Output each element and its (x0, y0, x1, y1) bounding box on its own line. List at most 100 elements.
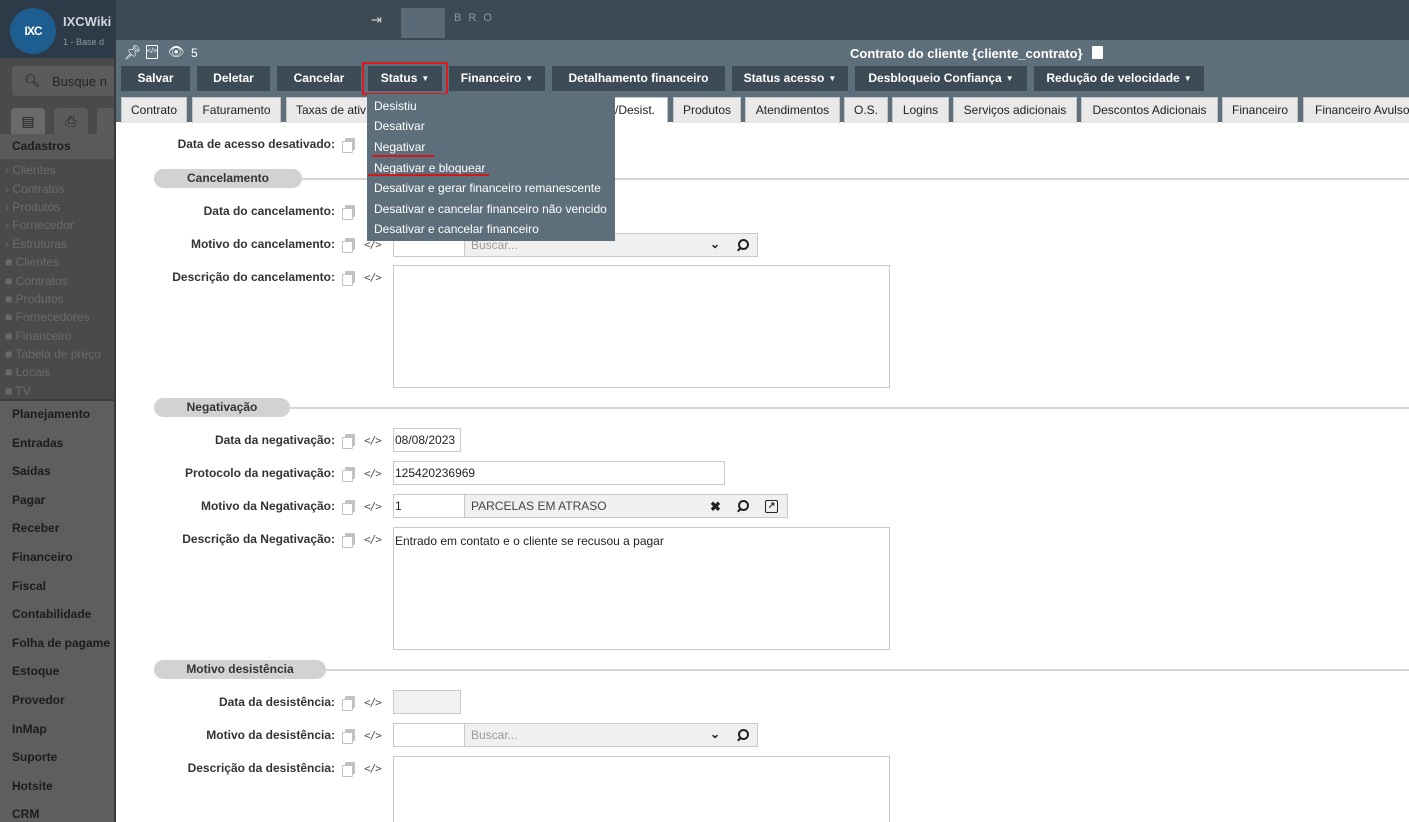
sidebar-item-inmap[interactable]: InMap (12, 722, 47, 736)
copy-icon[interactable] (342, 238, 355, 253)
menu-item-desativar-cancelar-nao-vencido[interactable]: Desativar e cancelar financeiro não venc… (374, 202, 607, 216)
code-icon[interactable]: </> (364, 467, 382, 480)
sidebar-item-pagar[interactable]: Pagar (12, 493, 45, 507)
descricao-cancelamento-textarea[interactable] (393, 265, 890, 388)
tab-desistencia[interactable]: /Desist. (606, 97, 668, 123)
sidebar-sub-item[interactable]: › Produtos (5, 200, 60, 214)
menu-item-desativar-gerar-financeiro[interactable]: Desativar e gerar financeiro remanescent… (374, 181, 601, 195)
copy-icon[interactable] (342, 138, 355, 153)
sidebar-item-suporte[interactable]: Suporte (12, 750, 57, 764)
menu-item-desativar[interactable]: Desativar (374, 119, 425, 133)
code-icon[interactable]: </> (364, 696, 382, 709)
print-tab-icon[interactable]: ⎙ (54, 108, 88, 134)
descricao-desistencia-textarea[interactable] (393, 756, 890, 822)
tab-descontos-adicionais[interactable]: Descontos Adicionais (1081, 97, 1218, 123)
sidebar-folder-item[interactable]: ■ Tabela de preço (5, 347, 101, 361)
copy-icon[interactable] (342, 500, 355, 515)
chevron-down-icon[interactable]: ⌄ (710, 727, 720, 741)
copy-icon[interactable] (342, 434, 355, 449)
sidebar-sub-item[interactable]: › Estruturas (5, 237, 67, 251)
sidebar-folder-item[interactable]: ■ Fornecedores (5, 310, 90, 324)
sidebar-item-provedor[interactable]: Provedor (12, 693, 65, 707)
code-icon[interactable]: </> (364, 762, 382, 775)
save-button[interactable]: Salvar (121, 66, 190, 91)
data-desistencia-input[interactable] (393, 690, 461, 714)
folder-icon: ■ (5, 329, 13, 343)
tab-financeiro[interactable]: Financeiro (1222, 97, 1298, 123)
sidebar-item-saidas[interactable]: Saídas (12, 464, 51, 478)
sidebar-folder-item[interactable]: ■ Produtos (5, 292, 64, 306)
code-file-icon[interactable]: </> (146, 45, 158, 59)
sidebar-folder-item[interactable]: ■ Financeiro (5, 329, 72, 343)
sidebar-section-cadastros[interactable]: Cadastros (0, 134, 116, 159)
sidebar-folder-item[interactable]: ■ Clientes (5, 255, 59, 269)
detalhamento-financeiro-button[interactable]: Detalhamento financeiro (552, 66, 725, 91)
sidebar-item-financeiro[interactable]: Financeiro (12, 550, 73, 564)
financeiro-button[interactable]: Financeiro ▼ (449, 66, 545, 91)
protocolo-negativacao-input[interactable]: 125420236969 (393, 461, 725, 485)
tab-atendimentos[interactable]: Atendimentos (745, 97, 840, 123)
tab-taxas-ativacao[interactable]: Taxas de ativ (286, 97, 370, 123)
sidebar-item-receber[interactable]: Receber (12, 521, 59, 535)
top-tab[interactable] (401, 8, 445, 38)
copy-icon[interactable] (342, 533, 355, 548)
sidebar-item-estoque[interactable]: Estoque (12, 664, 59, 678)
pin-icon[interactable]: 📌︎ (124, 44, 142, 61)
code-icon[interactable]: </> (364, 533, 382, 546)
clear-icon[interactable]: ✖ (710, 499, 721, 515)
menu-item-desativar-cancelar-financeiro[interactable]: Desativar e cancelar financeiro (374, 222, 539, 236)
sidebar-item-crm[interactable]: CRM (12, 807, 39, 821)
delete-button[interactable]: Deletar (197, 66, 270, 91)
menu-item-negativar[interactable]: Negativar (374, 140, 425, 154)
sidebar-folder-item[interactable]: ■ TV (5, 384, 31, 398)
copy-icon[interactable] (342, 467, 355, 482)
tab-logins[interactable]: Logins (892, 97, 949, 123)
menu-item-desistiu[interactable]: Desistiu (374, 99, 417, 113)
copy-icon[interactable] (342, 205, 355, 220)
chevron-down-icon[interactable]: ⌄ (710, 237, 720, 251)
search-icon[interactable] (737, 500, 749, 512)
copy-icon[interactable] (342, 696, 355, 711)
code-icon[interactable]: </> (364, 271, 382, 284)
sidebar-item-folha[interactable]: Folha de pagame (12, 636, 110, 650)
tab-os[interactable]: O.S. (844, 97, 888, 123)
descricao-negativacao-textarea[interactable]: Entrado em contato e o cliente se recuso… (393, 527, 890, 650)
sidebar-folder-item[interactable]: ■ Contratos (5, 274, 68, 288)
status-acesso-button[interactable]: Status acesso ▼ (732, 66, 848, 91)
sidebar-sub-item[interactable]: › Clientes (5, 163, 56, 177)
search-icon[interactable] (737, 729, 749, 741)
data-negativacao-input[interactable]: 08/08/2023 (393, 428, 461, 452)
sidebar-search[interactable]: 🔍︎ Busque n (12, 66, 116, 96)
copy-icon[interactable] (342, 729, 355, 744)
tab-produtos[interactable]: Produtos (673, 97, 741, 123)
sidebar-sub-item[interactable]: › Fornecedor (5, 218, 74, 232)
sidebar-item-contabilidade[interactable]: Contabilidade (12, 607, 91, 621)
motivo-negativacao-id-input[interactable]: 1 (393, 494, 465, 518)
reducao-velocidade-button[interactable]: Redução de velocidade ▼ (1034, 66, 1204, 91)
eye-slash-icon[interactable]: 👁︎ (168, 44, 185, 60)
list-tab-icon[interactable]: ▤ (11, 108, 45, 134)
cancel-button[interactable]: Cancelar (277, 66, 361, 91)
sidebar-item-entradas[interactable]: Entradas (12, 436, 63, 450)
menu-item-negativar-e-bloquear[interactable]: Negativar e bloquear (374, 161, 485, 175)
exit-icon[interactable]: ⇥ (371, 12, 382, 28)
tab-contrato[interactable]: Contrato (121, 97, 187, 123)
sidebar-sub-item[interactable]: › Contratos (5, 182, 64, 196)
tab-financeiro-avulso[interactable]: Financeiro Avulso (1303, 97, 1409, 123)
sidebar-item-fiscal[interactable]: Fiscal (12, 579, 46, 593)
sidebar-folder-item[interactable]: ■ Locais (5, 365, 50, 379)
copy-icon[interactable] (1092, 46, 1103, 59)
code-icon[interactable]: </> (364, 434, 382, 447)
sidebar-item-planejamento[interactable]: Planejamento (12, 407, 90, 421)
desbloqueio-confianca-button[interactable]: Desbloqueio Confiança ▼ (855, 66, 1027, 91)
tab-faturamento[interactable]: Faturamento (192, 97, 281, 123)
code-icon[interactable]: </> (364, 500, 382, 513)
motivo-desistencia-id-input[interactable] (393, 723, 465, 747)
tab-servicos-adicionais[interactable]: Serviços adicionais (953, 97, 1077, 123)
search-icon[interactable] (737, 239, 749, 251)
copy-icon[interactable] (342, 762, 355, 777)
external-link-icon[interactable]: ↗ (765, 500, 778, 513)
code-icon[interactable]: </> (364, 729, 382, 742)
copy-icon[interactable] (342, 271, 355, 286)
sidebar-item-hotsite[interactable]: Hotsite (12, 779, 53, 793)
